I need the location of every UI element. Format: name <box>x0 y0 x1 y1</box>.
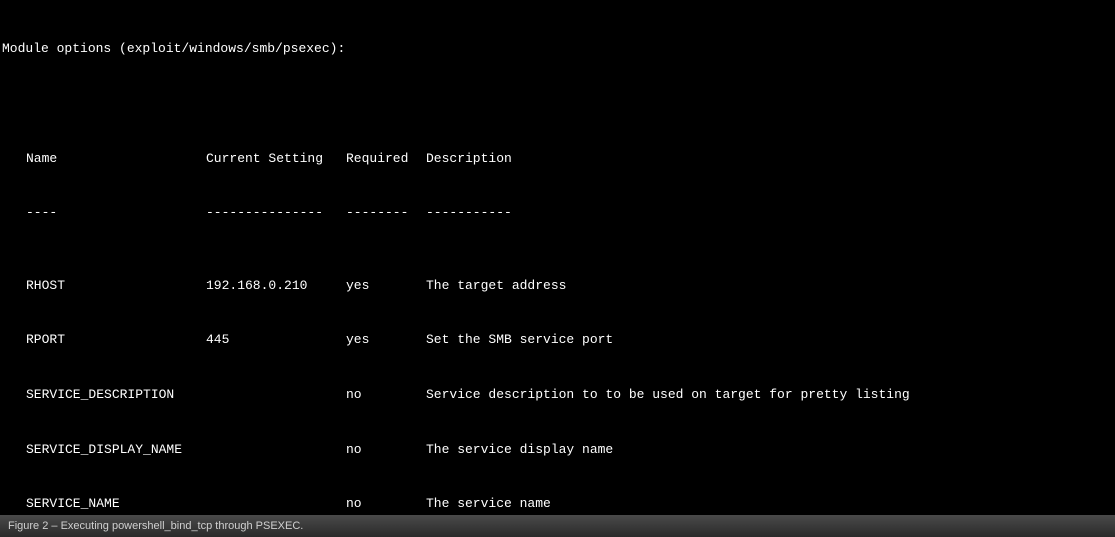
module-header-description: Description <box>426 150 512 168</box>
module-title: Module options (exploit/windows/smb/psex… <box>2 40 1113 58</box>
module-row: RHOST192.168.0.210yesThe target address <box>2 277 1113 295</box>
module-row: SERVICE_DESCRIPTIONnoService description… <box>2 386 1113 404</box>
module-row: RPORT445yesSet the SMB service port <box>2 331 1113 349</box>
figure-caption: Figure 2 – Executing powershell_bind_tcp… <box>0 515 1115 537</box>
module-header-row: NameCurrent SettingRequiredDescription <box>2 150 1113 168</box>
terminal-output: Module options (exploit/windows/smb/psex… <box>0 0 1115 510</box>
module-header-name: Name <box>26 150 206 168</box>
module-header-required: Required <box>346 150 426 168</box>
module-header-dashes: -------------------------------------- <box>2 204 1113 222</box>
module-row: SERVICE_DISPLAY_NAMEnoThe service displa… <box>2 441 1113 459</box>
module-row: SERVICE_NAMEnoThe service name <box>2 495 1113 510</box>
module-header-current: Current Setting <box>206 150 346 168</box>
